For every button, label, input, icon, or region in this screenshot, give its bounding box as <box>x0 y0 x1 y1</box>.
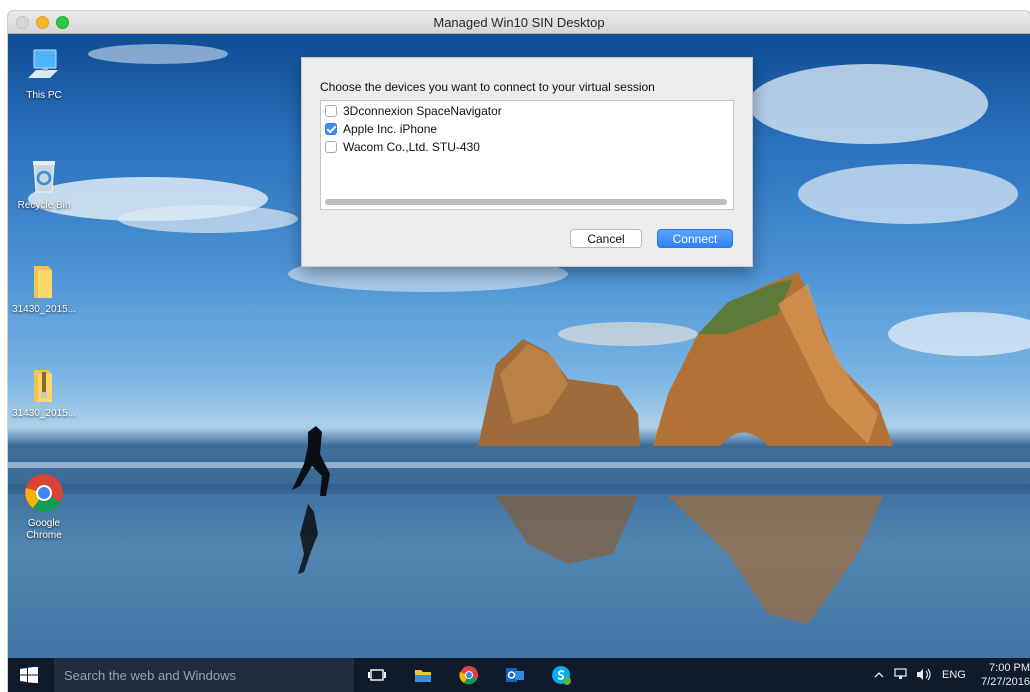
task-view-icon[interactable] <box>366 664 388 686</box>
device-checkbox[interactable] <box>325 141 337 153</box>
device-label: Wacom Co.,Ltd. STU-430 <box>343 140 480 154</box>
dialog-prompt: Choose the devices you want to connect t… <box>320 80 655 94</box>
network-icon[interactable] <box>894 668 908 681</box>
clock-date: 7/27/2016 <box>981 676 1030 688</box>
desktop-icon-label: Google Chrome <box>26 518 62 541</box>
desktop-icon-label: This PC <box>26 90 62 101</box>
device-item-wacom[interactable]: Wacom Co.,Ltd. STU-430 <box>325 139 725 157</box>
chrome-icon[interactable] <box>458 664 480 686</box>
desktop-icon-recycle-bin[interactable]: Recycle Bin <box>12 156 76 212</box>
remote-desktop[interactable]: This PC Recycle Bin 31430_2015... 31430_… <box>8 34 1030 658</box>
desktop-icon-google-chrome[interactable]: Google Chrome <box>12 472 76 542</box>
device-label: 3Dconnexion SpaceNavigator <box>343 104 502 118</box>
connect-button[interactable]: Connect <box>657 229 733 248</box>
volume-icon[interactable] <box>916 668 932 681</box>
clock-time: 7:00 PM <box>989 662 1030 674</box>
device-checkbox[interactable] <box>325 123 337 135</box>
desktop-icon-zip-folder[interactable]: 31430_2015... <box>12 364 76 420</box>
input-language[interactable]: ENG <box>942 669 966 681</box>
file-explorer-icon[interactable] <box>412 664 434 686</box>
zip-folder-icon <box>34 370 52 402</box>
device-list[interactable]: 3Dconnexion SpaceNavigator Apple Inc. iP… <box>320 100 734 210</box>
horizontal-scrollbar[interactable] <box>325 199 727 205</box>
desktop-icon-label: 31430_2015... <box>12 304 76 315</box>
device-item-3dconnexion[interactable]: 3Dconnexion SpaceNavigator <box>325 103 725 121</box>
chrome-icon <box>25 474 63 512</box>
cancel-button[interactable]: Cancel <box>570 229 642 248</box>
desktop-icon-label: 31430_2015... <box>12 408 76 419</box>
device-label: Apple Inc. iPhone <box>343 122 438 136</box>
device-selection-dialog: Choose the devices you want to connect t… <box>301 57 753 267</box>
folder-icon <box>34 266 52 298</box>
desktop-icon-this-pc[interactable]: This PC <box>12 46 76 102</box>
windows-taskbar: Search the web and Windows ENG 7:00 PM 7… <box>8 658 1030 692</box>
recycle-bin-icon <box>33 161 55 193</box>
device-checkbox[interactable] <box>325 105 337 117</box>
taskbar-clock[interactable]: 7:00 PM 7/27/2016 <box>980 661 1030 689</box>
device-item-apple-iphone[interactable]: Apple Inc. iPhone <box>325 121 725 139</box>
desktop-icon-folder[interactable]: 31430_2015... <box>12 260 76 316</box>
skype-icon[interactable] <box>550 664 572 686</box>
desktop-icon-label: Recycle Bin <box>17 200 71 211</box>
title-bar[interactable]: Managed Win10 SIN Desktop <box>8 11 1030 34</box>
computer-icon <box>28 49 58 78</box>
chevron-up-icon[interactable] <box>874 670 884 680</box>
outlook-icon[interactable] <box>504 664 526 686</box>
window-title: Managed Win10 SIN Desktop <box>433 15 605 30</box>
search-placeholder: Search the web and Windows <box>64 668 236 683</box>
mac-window: Managed Win10 SIN Desktop This PC Recycl… <box>8 11 1030 692</box>
taskbar-search-box[interactable]: Search the web and Windows <box>54 658 354 692</box>
windows-start-icon[interactable] <box>20 667 38 683</box>
